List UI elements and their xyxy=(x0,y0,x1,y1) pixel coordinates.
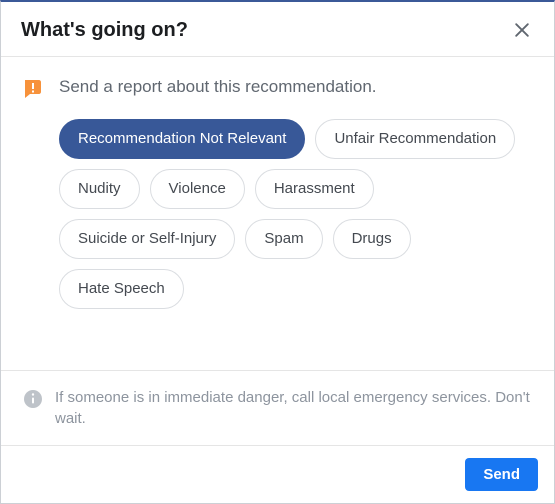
report-options: Recommendation Not RelevantUnfair Recomm… xyxy=(59,119,534,309)
close-icon xyxy=(512,20,532,40)
report-prompt-row: Send a report about this recommendation. xyxy=(21,75,534,101)
report-option-chip[interactable]: Spam xyxy=(245,219,322,259)
dialog-header: What's going on? xyxy=(1,2,554,57)
emergency-warning: If someone is in immediate danger, call … xyxy=(1,370,554,445)
report-option-chip[interactable]: Nudity xyxy=(59,169,140,209)
report-option-chip[interactable]: Hate Speech xyxy=(59,269,184,309)
send-button[interactable]: Send xyxy=(465,458,538,491)
dialog-content: Send a report about this recommendation.… xyxy=(1,57,554,346)
report-prompt-text: Send a report about this recommendation. xyxy=(59,75,377,99)
report-option-chip[interactable]: Suicide or Self-Injury xyxy=(59,219,235,259)
report-option-chip[interactable]: Drugs xyxy=(333,219,411,259)
dialog-footer: Send xyxy=(1,445,554,503)
dialog-title: What's going on? xyxy=(21,19,188,42)
report-option-chip[interactable]: Violence xyxy=(150,169,245,209)
close-button[interactable] xyxy=(510,18,534,42)
report-option-chip[interactable]: Recommendation Not Relevant xyxy=(59,119,305,159)
info-icon xyxy=(23,389,43,409)
report-option-chip[interactable]: Harassment xyxy=(255,169,374,209)
emergency-warning-text: If someone is in immediate danger, call … xyxy=(55,387,532,429)
report-option-chip[interactable]: Unfair Recommendation xyxy=(315,119,515,159)
report-icon xyxy=(21,77,45,101)
